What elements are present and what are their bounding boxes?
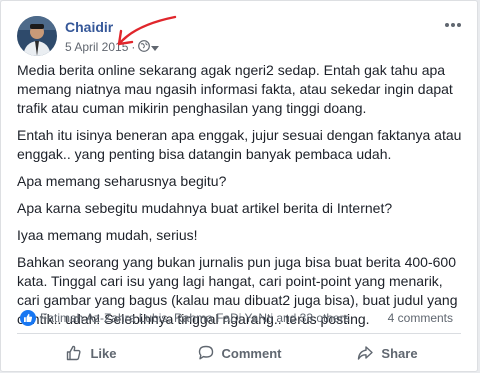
author-name[interactable]: Chaidir bbox=[65, 19, 113, 35]
post-card: Chaidir 5 April 2015 · Media berita onlin… bbox=[0, 0, 478, 372]
share-button[interactable]: Share bbox=[313, 335, 461, 371]
like-button[interactable]: Like bbox=[17, 335, 165, 371]
red-arrow-annotation bbox=[117, 15, 177, 46]
author-avatar[interactable] bbox=[17, 16, 57, 56]
comments-count[interactable]: 4 comments bbox=[388, 311, 453, 325]
action-bar: Like Comment Share bbox=[17, 335, 461, 371]
reactions-bar: Fatimah Az-Zahra Lubis, Rahma FaDi YaNti… bbox=[17, 309, 461, 329]
comment-button[interactable]: Comment bbox=[165, 335, 313, 371]
post-paragraph: Media berita online sekarang agak ngeri2… bbox=[17, 62, 453, 116]
comment-label: Comment bbox=[221, 345, 282, 361]
like-reaction-icon[interactable] bbox=[20, 310, 36, 326]
comment-icon bbox=[198, 345, 213, 360]
more-options-icon[interactable] bbox=[443, 15, 463, 35]
post-paragraph: Apa memang seharusnya begitu? bbox=[17, 173, 227, 189]
like-label: Like bbox=[90, 345, 117, 361]
reaction-names[interactable]: Fatimah Az-Zahra Lubis, Rahma FaDi YaNti… bbox=[40, 311, 350, 325]
post-paragraph: Iyaa memang mudah, serius! bbox=[17, 227, 198, 243]
post-paragraph: Entah itu isinya beneran apa enggak, juj… bbox=[17, 127, 462, 162]
post-paragraph: Apa karna sebegitu mudahnya buat artikel… bbox=[17, 200, 393, 216]
share-icon bbox=[358, 346, 374, 360]
share-label: Share bbox=[381, 345, 418, 361]
divider bbox=[17, 333, 461, 334]
post-text: Media berita online sekarang agak ngeri2… bbox=[17, 61, 465, 337]
thumbs-up-icon bbox=[67, 345, 82, 361]
